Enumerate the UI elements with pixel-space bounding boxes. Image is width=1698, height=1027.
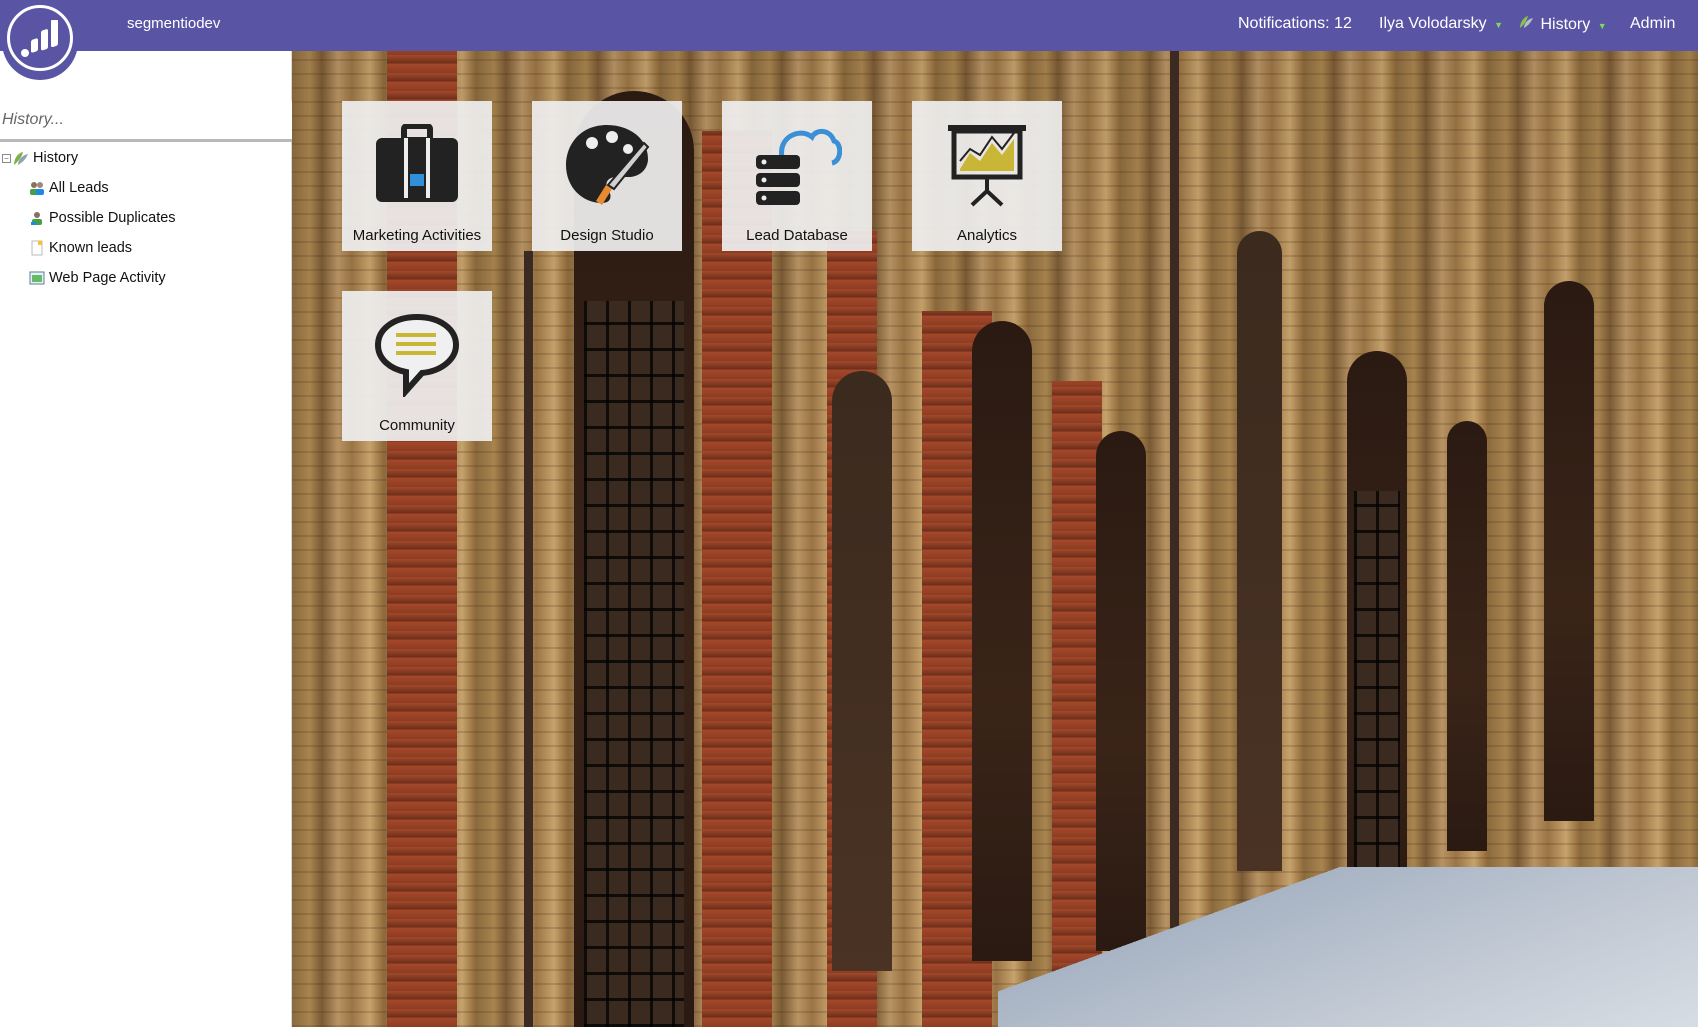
marketo-logo[interactable]	[2, 0, 78, 80]
sidebar: − History All Leads Possible Duplicates	[0, 51, 292, 1027]
logo-circle	[7, 5, 73, 71]
instance-name[interactable]: segmentiodev	[127, 15, 220, 32]
tree-item-possible-duplicates[interactable]: Possible Duplicates	[0, 203, 292, 233]
chevron-down-icon: ▼	[1597, 21, 1607, 31]
tile-lead-database[interactable]: Lead Database	[722, 101, 872, 251]
tree-node-history[interactable]: − History	[0, 143, 292, 173]
tree-item-known-leads[interactable]: Known leads	[0, 233, 292, 263]
people-icon	[30, 182, 44, 195]
tree-label: All Leads	[49, 180, 109, 196]
tree-label: Possible Duplicates	[49, 210, 176, 226]
person-duplicate-icon	[31, 212, 42, 225]
notifications-link[interactable]: Notifications: 12	[1238, 15, 1352, 33]
tree-item-all-leads[interactable]: All Leads	[0, 173, 292, 203]
logo-bars-icon	[21, 20, 58, 57]
top-bar: segmentiodev Notifications: 12 Ilya Volo…	[0, 0, 1698, 80]
history-label: History	[1540, 16, 1591, 33]
tile-marketing-activities[interactable]: Marketing Activities	[342, 101, 492, 251]
chevron-down-icon: ▼	[1494, 20, 1503, 30]
presentation-chart-icon	[942, 119, 1032, 209]
document-icon	[31, 240, 43, 256]
history-leaf-icon	[14, 152, 28, 165]
collapse-toggle-icon[interactable]: −	[2, 153, 11, 163]
history-search-input[interactable]	[0, 101, 292, 142]
user-name: Ilya Volodarsky	[1379, 15, 1487, 32]
chat-bubble-icon	[372, 309, 462, 399]
tree-label: History	[33, 150, 79, 166]
tree-label: Web Page Activity	[49, 270, 166, 286]
tile-label: Design Studio	[560, 227, 654, 244]
tile-label: Analytics	[956, 227, 1018, 244]
palette-icon	[562, 119, 652, 209]
tile-label: Lead Database	[746, 227, 848, 244]
tile-label: Marketing Activities	[352, 227, 482, 244]
tile-label: Community	[379, 417, 455, 434]
user-menu[interactable]: Ilya Volodarsky ▼	[1379, 15, 1503, 33]
history-leaf-icon	[1520, 16, 1533, 28]
tree-item-web-page-activity[interactable]: Web Page Activity	[0, 263, 292, 293]
tile-community[interactable]: Community	[342, 291, 492, 441]
tile-analytics[interactable]: Analytics	[912, 101, 1062, 251]
admin-link[interactable]: Admin	[1630, 15, 1675, 33]
history-tree: − History All Leads Possible Duplicates	[0, 143, 292, 293]
tile-design-studio[interactable]: Design Studio	[532, 101, 682, 251]
web-page-icon	[29, 271, 45, 285]
briefcase-icon	[372, 119, 462, 209]
tree-label: Known leads	[49, 240, 133, 256]
history-menu[interactable]: History ▼	[1518, 15, 1607, 34]
database-cloud-icon	[752, 119, 842, 209]
